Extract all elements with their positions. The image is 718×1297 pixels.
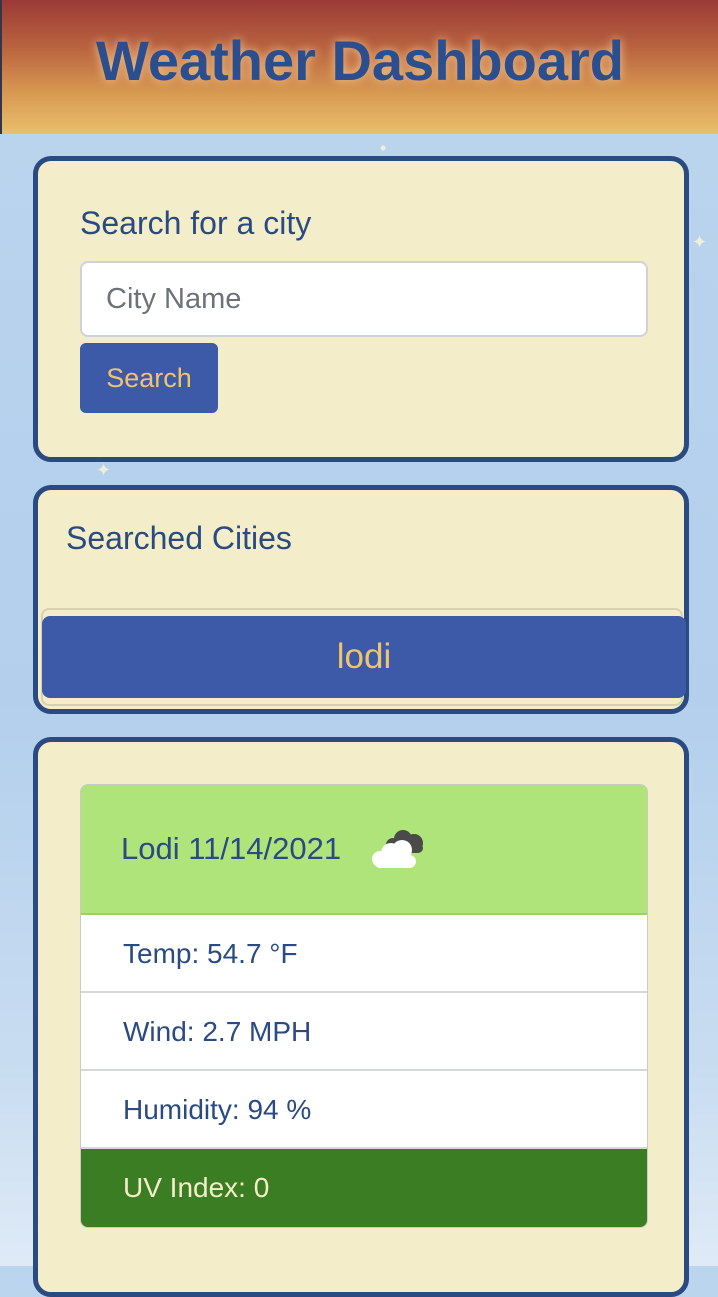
city-date-heading: Lodi 11/14/2021 xyxy=(121,831,342,866)
cloud-icon xyxy=(372,830,423,868)
search-panel: Search for a city Search xyxy=(33,156,689,462)
humidity-row: Humidity: 94 % xyxy=(81,1071,647,1149)
search-label: Search for a city xyxy=(80,205,312,241)
app-header: Weather Dashboard xyxy=(0,0,718,134)
sparkle-decoration: ✦ xyxy=(96,460,112,480)
searched-cities-panel: Searched Cities lodi xyxy=(33,485,689,714)
current-weather-card: Lodi 11/14/2021 Temp: 54.7 °F Wind: 2.7 … xyxy=(80,784,648,1228)
city-history-button[interactable]: lodi xyxy=(42,616,686,698)
wind-row: Wind: 2.7 MPH xyxy=(81,993,647,1071)
current-weather-panel: Lodi 11/14/2021 Temp: 54.7 °F Wind: 2.7 … xyxy=(33,737,689,1297)
page-title: Weather Dashboard xyxy=(96,29,624,92)
uv-index-row: UV Index: 0 xyxy=(81,1149,647,1227)
city-search-input[interactable] xyxy=(80,261,648,337)
searched-cities-title: Searched Cities xyxy=(66,520,292,556)
searched-cities-list: lodi xyxy=(41,608,686,706)
temperature-row: Temp: 54.7 °F xyxy=(81,915,647,993)
search-button[interactable]: Search xyxy=(80,343,218,413)
current-weather-header: Lodi 11/14/2021 xyxy=(81,785,647,915)
sparkle-decoration: ✦ xyxy=(692,232,708,252)
